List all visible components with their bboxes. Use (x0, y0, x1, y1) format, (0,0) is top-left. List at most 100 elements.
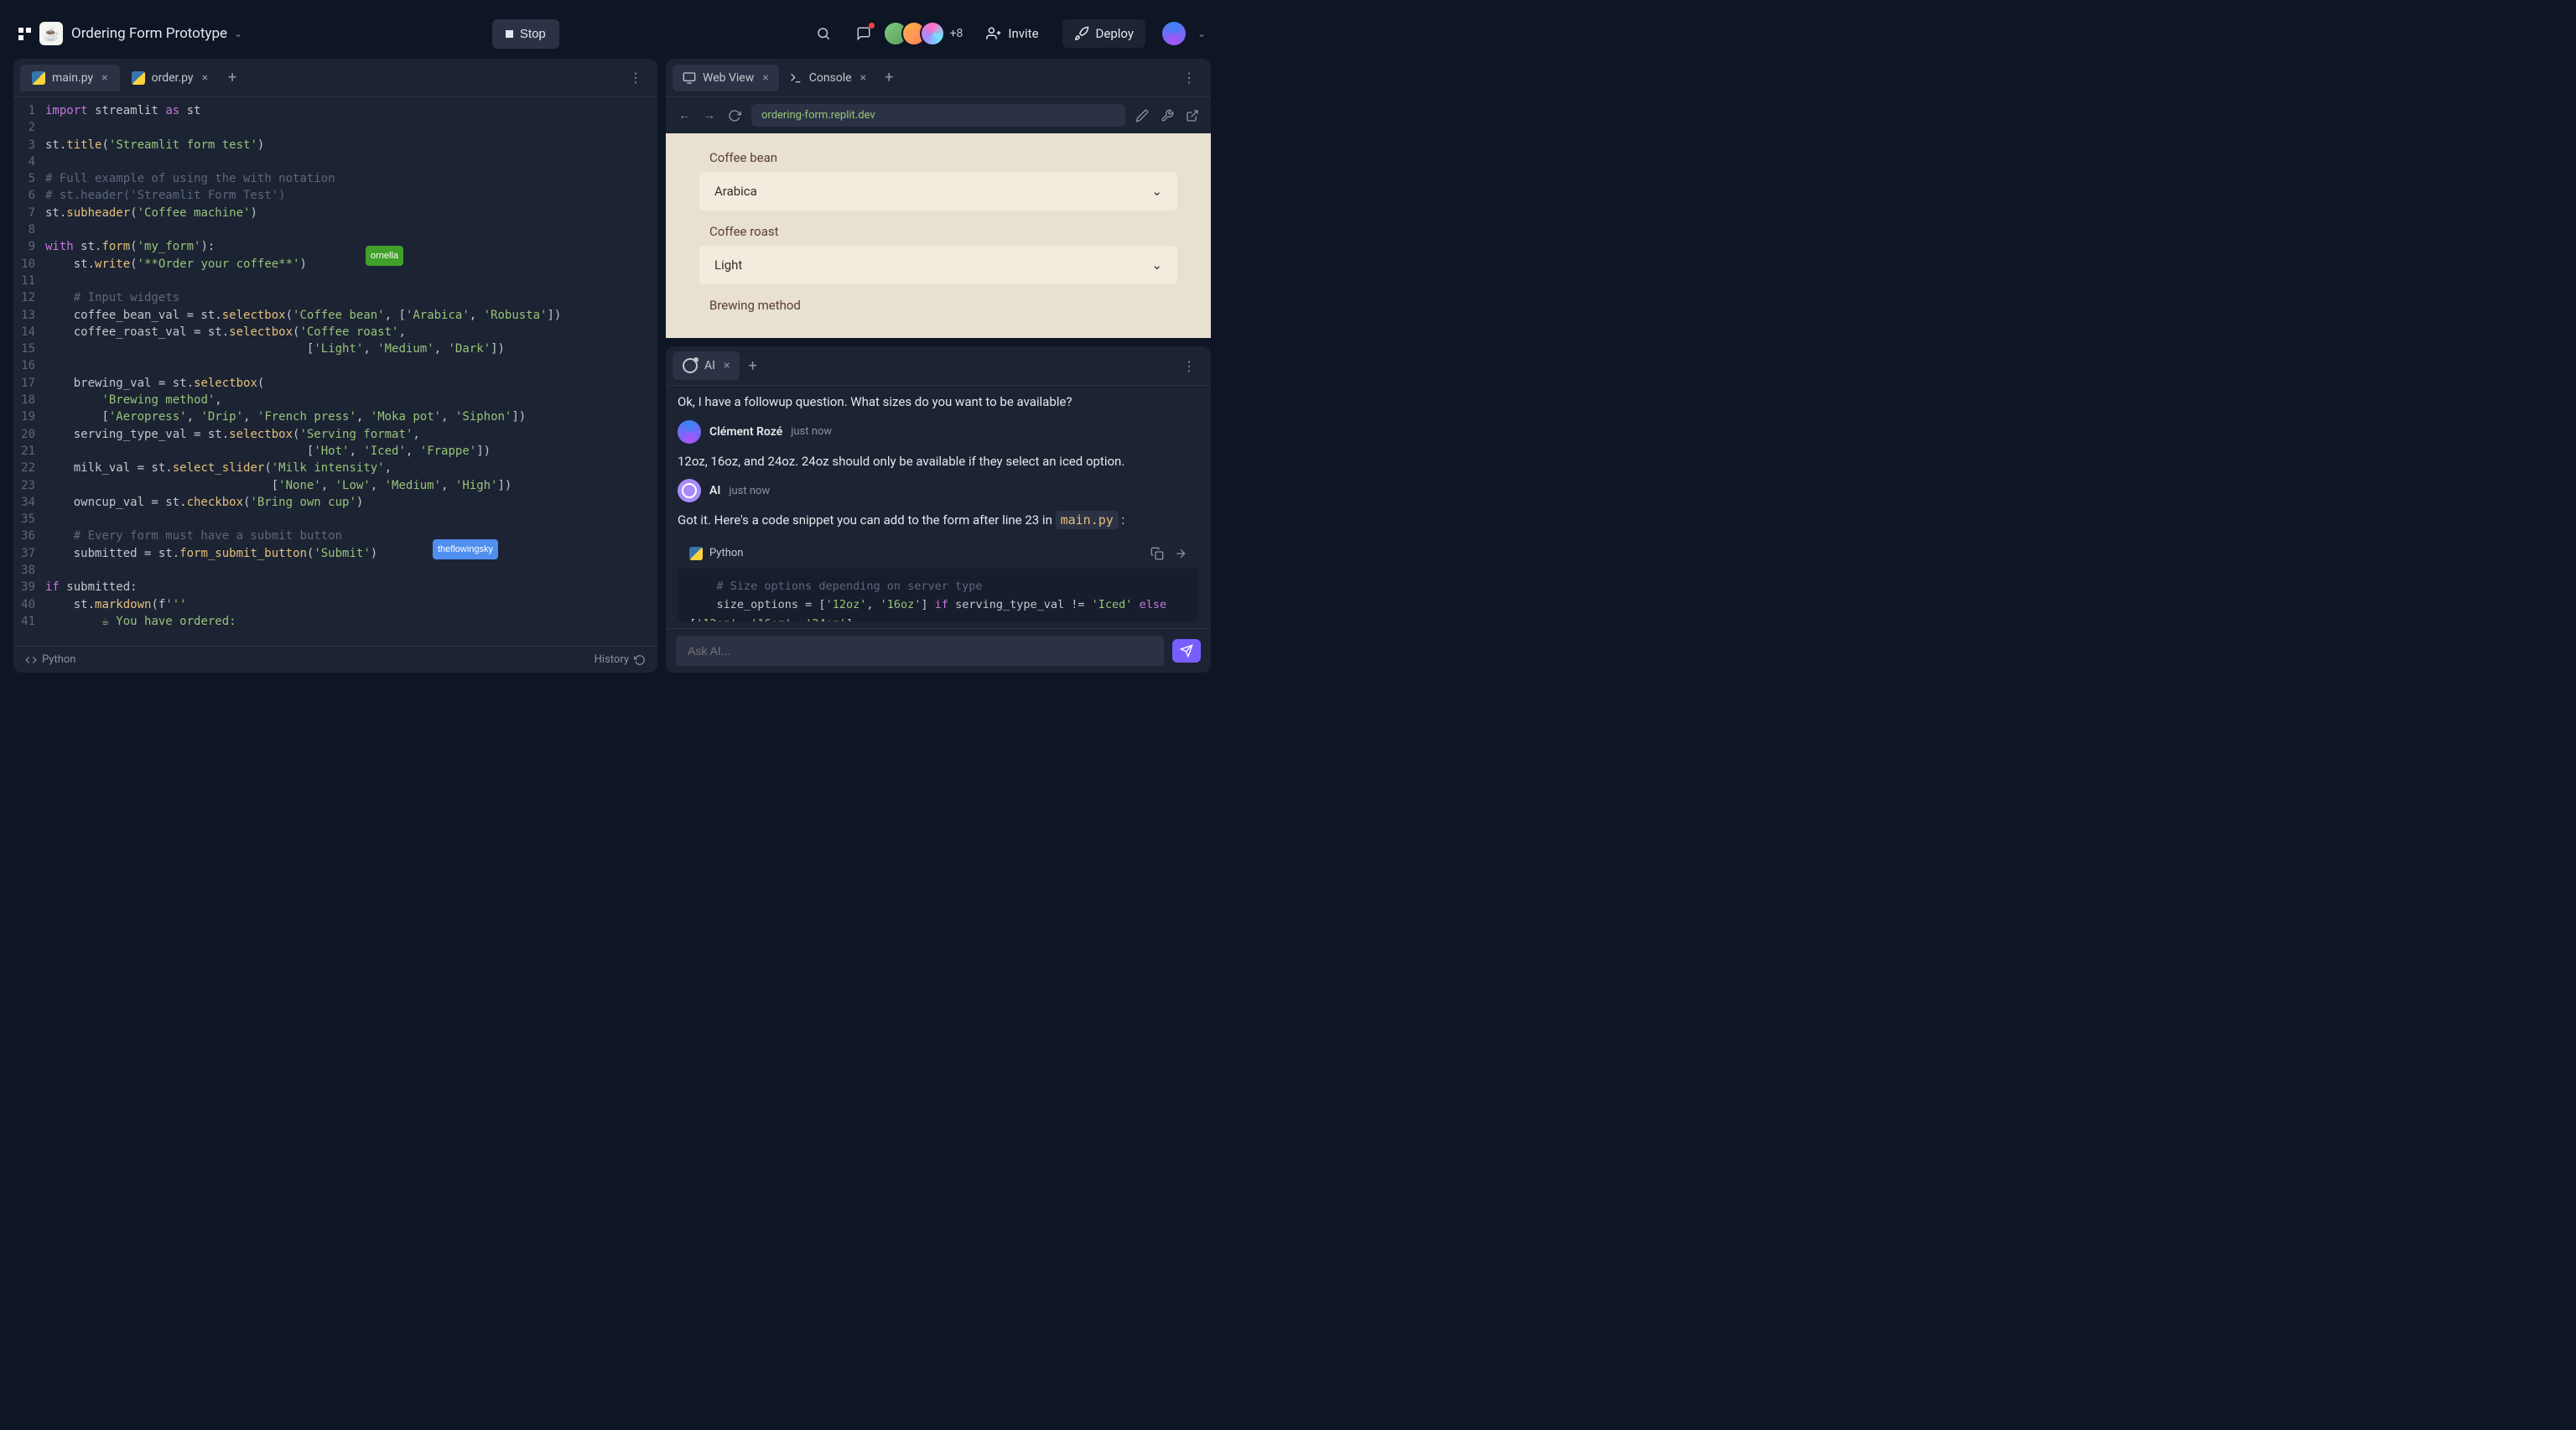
history-button[interactable]: History (595, 653, 646, 666)
url-bar[interactable]: ordering-form.replit.dev (751, 104, 1125, 127)
code-line[interactable]: 16 (13, 357, 657, 374)
code-line[interactable]: 10 st.write('**Order your coffee**') (13, 256, 657, 273)
language-label: Python (42, 653, 75, 666)
add-tab-button[interactable]: + (740, 352, 765, 380)
add-tab-button[interactable]: + (876, 64, 901, 91)
tab-main-py[interactable]: main.py × (20, 65, 120, 91)
search-button[interactable] (809, 19, 838, 48)
user-message: 12oz, 16oz, and 24oz. 24oz should only b… (678, 452, 1199, 471)
nav-reload-button[interactable] (726, 107, 743, 124)
tab-ai[interactable]: AI × (673, 351, 740, 380)
tab-console[interactable]: Console × (779, 65, 876, 91)
close-icon[interactable]: × (762, 71, 768, 85)
devtools-button[interactable] (1159, 107, 1176, 124)
tab-label: AI (704, 359, 715, 372)
tab-label: Console (809, 71, 852, 85)
monitor-icon (683, 71, 696, 85)
chat-button[interactable] (849, 19, 878, 48)
close-icon[interactable]: × (860, 71, 866, 85)
open-external-button[interactable] (1184, 107, 1201, 124)
code-line[interactable]: 4 (13, 153, 657, 170)
history-icon (634, 654, 646, 666)
select-coffee-bean[interactable]: Arabica ⌄ (699, 172, 1177, 211)
avatar (678, 420, 701, 444)
code-line[interactable]: 39if submitted: (13, 579, 657, 595)
select-coffee-roast[interactable]: Light ⌄ (699, 246, 1177, 284)
code-line[interactable]: 18 'Brewing method', (13, 392, 657, 408)
collaborator-avatars[interactable]: +8 (890, 21, 963, 46)
code-line[interactable]: 12 # Input widgets (13, 289, 657, 306)
code-line[interactable]: 23 ['None', 'Low', 'Medium', 'High']) (13, 477, 657, 494)
code-icon (25, 654, 37, 666)
ai-chat-body[interactable]: Ok, I have a followup question. What siz… (666, 386, 1211, 628)
more-button[interactable]: ⋮ (1174, 65, 1204, 91)
send-button[interactable] (1172, 639, 1201, 663)
code-line[interactable]: 34 owncup_val = st.checkbox('Bring own c… (13, 494, 657, 511)
code-line[interactable]: 41 ☕ You have ordered: (13, 613, 657, 630)
code-line[interactable]: 21 ['Hot', 'Iced', 'Frappe']) (13, 443, 657, 460)
deploy-label: Deploy (1096, 26, 1134, 41)
tab-order-py[interactable]: order.py × (120, 65, 220, 91)
code-line[interactable]: 35 (13, 511, 657, 528)
project-title-dropdown[interactable]: Ordering Form Prototype ⌄ (71, 25, 242, 42)
user-message-header: Clément Rozé just now (678, 420, 1199, 444)
add-tab-button[interactable]: + (220, 64, 245, 91)
tab-label: Web View (703, 71, 754, 85)
user-avatar[interactable] (1162, 22, 1186, 45)
code-line[interactable]: 19 ['Aeropress', 'Drip', 'French press',… (13, 408, 657, 425)
avatar-count: +8 (950, 27, 963, 40)
code-line[interactable]: 22 milk_val = st.select_slider('Milk int… (13, 460, 657, 476)
code-line[interactable]: 2 (13, 119, 657, 136)
close-icon[interactable]: × (202, 71, 208, 85)
code-line[interactable]: 8 (13, 221, 657, 238)
close-icon[interactable]: × (101, 71, 107, 85)
code-editor[interactable]: ornella theflowingsky 1import streamlit … (13, 97, 657, 646)
nav-back-button[interactable]: ← (676, 107, 693, 124)
app-logo[interactable] (18, 28, 31, 40)
code-line[interactable]: 7st.subheader('Coffee machine') (13, 205, 657, 221)
code-content: # Size options depending on server type … (678, 569, 1199, 622)
collaborator-cursor-ornella: ornella (366, 246, 403, 266)
code-line[interactable]: 15 ['Light', 'Medium', 'Dark']) (13, 341, 657, 357)
python-icon (689, 547, 703, 560)
webview-nav: ← → ordering-form.replit.dev (666, 97, 1211, 133)
copy-button[interactable] (1150, 547, 1164, 560)
ai-message-header: AI just now (678, 479, 1199, 502)
code-line[interactable]: 17 brewing_val = st.selectbox( (13, 375, 657, 392)
tab-webview[interactable]: Web View × (673, 65, 779, 91)
code-line[interactable]: 20 serving_type_val = st.selectbox('Serv… (13, 426, 657, 443)
python-icon (132, 71, 145, 85)
code-line[interactable]: 1import streamlit as st (13, 102, 657, 119)
code-line[interactable]: 40 st.markdown(f''' (13, 596, 657, 613)
close-icon[interactable]: × (724, 359, 730, 372)
language-indicator[interactable]: Python (25, 653, 75, 666)
stop-icon (506, 30, 513, 38)
code-line[interactable]: 5# Full example of using the with notati… (13, 170, 657, 187)
invite-button[interactable]: Invite (974, 19, 1050, 48)
stop-button[interactable]: Stop (492, 19, 559, 49)
ai-input[interactable] (676, 636, 1164, 666)
code-line[interactable]: 11 (13, 273, 657, 289)
insert-button[interactable] (1174, 547, 1187, 560)
tab-label: main.py (52, 71, 93, 85)
code-line[interactable]: 13 coffee_bean_val = st.selectbox('Coffe… (13, 307, 657, 324)
code-line[interactable]: 6# st.header('Streamlit Form Test') (13, 187, 657, 204)
more-button[interactable]: ⋮ (621, 65, 651, 91)
more-button[interactable]: ⋮ (1174, 353, 1204, 379)
nav-forward-button[interactable]: → (701, 107, 718, 124)
deploy-button[interactable]: Deploy (1062, 19, 1145, 48)
select-value: Light (714, 257, 742, 273)
ai-name: AI (709, 484, 720, 497)
copy-icon (1150, 547, 1164, 560)
ai-message: Ok, I have a followup question. What siz… (678, 393, 1199, 412)
chevron-down-icon[interactable]: ⌄ (1197, 28, 1206, 39)
edit-button[interactable] (1134, 107, 1150, 124)
code-line[interactable]: 36 # Every form must have a submit butto… (13, 528, 657, 544)
code-line[interactable]: 14 coffee_roast_val = st.selectbox('Coff… (13, 324, 657, 341)
code-line[interactable]: 37 submitted = st.form_submit_button('Su… (13, 545, 657, 562)
ai-pane: AI × + ⋮ Ok, I have a followup question.… (666, 346, 1211, 673)
code-line[interactable]: 9with st.form('my_form'): (13, 238, 657, 255)
code-line[interactable]: 38 (13, 562, 657, 579)
rocket-icon (1074, 26, 1089, 41)
code-line[interactable]: 3st.title('Streamlit form test') (13, 137, 657, 153)
